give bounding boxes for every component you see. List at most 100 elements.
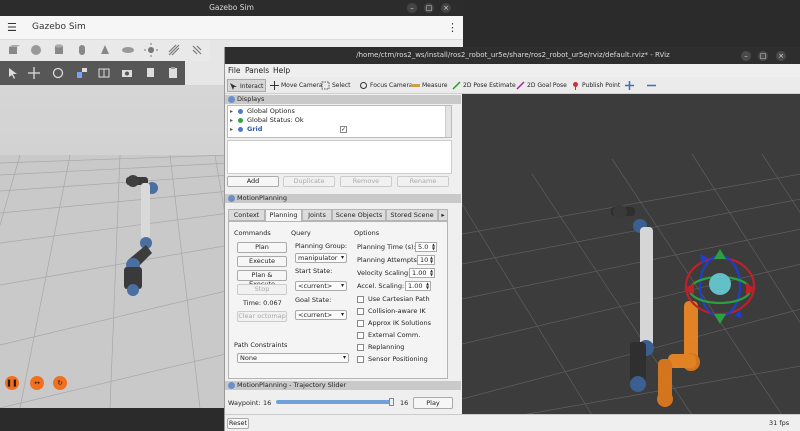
rviz-titlebar[interactable]: /home/ctm/ros2_ws/install/ros2_robot_ur5…	[225, 47, 800, 64]
planning-attempts-input[interactable]: 10 ▲ ▼	[417, 255, 435, 265]
tab-scene-objects[interactable]: Scene Objects	[332, 209, 386, 221]
waypoint-max: 16	[400, 399, 409, 407]
add-tool-icon[interactable]	[625, 81, 634, 90]
ellipsoid-icon[interactable]	[121, 43, 135, 57]
reset-view-button[interactable]: Reset	[227, 418, 249, 429]
select-arrow-icon[interactable]	[6, 66, 20, 80]
fps-counter: 31 fps	[769, 419, 790, 427]
screenshot-icon[interactable]	[120, 66, 134, 80]
paste-icon[interactable]	[166, 66, 180, 80]
tab-scroll-right[interactable]: ▸	[438, 209, 448, 221]
close-icon[interactable]: ×	[776, 51, 786, 61]
spin-arrows-icon[interactable]: ▲ ▼	[425, 282, 430, 290]
publish-point-icon	[573, 82, 578, 90]
goal-state-select[interactable]: <current> ▾	[295, 310, 347, 320]
hamburger-menu-icon[interactable]: ☰	[7, 22, 17, 33]
expand-arrow-icon[interactable]: ▸	[230, 116, 233, 125]
menu-file[interactable]: File	[228, 66, 241, 75]
planning-group-select[interactable]: manipulator ▾	[295, 253, 347, 263]
maximize-icon[interactable]: □	[424, 3, 434, 13]
remove-display-button[interactable]: Remove	[340, 176, 392, 187]
accel-scaling-input[interactable]: 1.00 ▲ ▼	[405, 281, 431, 291]
gazebo-titlebar[interactable]: Gazebo Sim – □ ×	[0, 0, 463, 16]
path-constraints-select[interactable]: None ▾	[237, 353, 349, 363]
tool-focus-camera[interactable]: Focus Camera	[358, 79, 415, 92]
displays-scrollbar[interactable]	[445, 106, 451, 137]
start-state-label: Start State:	[295, 267, 333, 275]
spin-arrows-icon[interactable]: ▲ ▼	[429, 256, 434, 264]
tool-move-camera[interactable]: Move Camera	[269, 79, 325, 92]
rename-display-button[interactable]: Rename	[397, 176, 449, 187]
snap-icon[interactable]	[75, 66, 89, 80]
approx-ik-checkbox[interactable]	[357, 320, 364, 327]
waypoint-slider-track[interactable]	[276, 400, 391, 404]
spot-light-icon[interactable]	[190, 43, 204, 57]
collision-aware-ik-label: Collision-aware IK	[368, 307, 426, 315]
sun-icon[interactable]	[144, 43, 158, 57]
minimize-icon[interactable]: –	[407, 3, 417, 13]
measure-icon	[411, 84, 420, 87]
tab-stored-scene[interactable]: Stored Scene	[386, 209, 438, 221]
close-icon[interactable]: ×	[441, 3, 451, 13]
grid-enabled-checkbox[interactable]: ✓	[340, 126, 347, 133]
translate-icon[interactable]	[27, 66, 41, 80]
plan-button[interactable]: Plan	[237, 242, 287, 253]
tool-interact[interactable]: Interact	[227, 79, 267, 92]
collision-aware-ik-checkbox[interactable]	[357, 308, 364, 315]
box-icon[interactable]	[6, 43, 20, 57]
minimize-icon[interactable]: –	[741, 51, 751, 61]
clear-octomap-button[interactable]: Clear octomap	[237, 311, 287, 322]
display-global-options[interactable]: ▸ Global Options	[228, 107, 443, 116]
plan-and-execute-button[interactable]: Plan & Execute	[237, 270, 287, 288]
menu-help[interactable]: Help	[273, 66, 290, 75]
dropdown-arrow-icon: ▾	[340, 254, 344, 261]
expand-arrow-icon[interactable]: ▸	[230, 125, 233, 134]
grid-icon[interactable]	[97, 66, 111, 80]
display-grid[interactable]: ▸ Grid ✓	[228, 125, 443, 134]
planning-time-input[interactable]: 5.0 ▲ ▼	[415, 242, 437, 252]
add-display-button[interactable]: Add	[227, 176, 279, 187]
play-button[interactable]: Play	[413, 397, 453, 409]
directional-light-icon[interactable]	[167, 43, 181, 57]
start-state-select[interactable]: <current> ▾	[295, 281, 347, 291]
replanning-checkbox[interactable]	[357, 344, 364, 351]
gazebo-scene-viewport[interactable]: ❚❚ ↔ ↻	[0, 85, 230, 408]
tool-2d-goal-pose[interactable]: 2D Goal Pose	[515, 79, 569, 92]
rviz-3d-viewport[interactable]	[462, 94, 800, 415]
remove-tool-icon[interactable]	[647, 81, 656, 90]
external-comm-checkbox[interactable]	[357, 332, 364, 339]
duplicate-display-button[interactable]: Duplicate	[283, 176, 335, 187]
tool-2d-pose-estimate[interactable]: 2D Pose Estimate	[451, 79, 518, 92]
expand-arrow-icon[interactable]: ▸	[230, 107, 233, 116]
tool-measure[interactable]: Measure	[410, 79, 450, 92]
pause-icon[interactable]: ❚❚	[5, 376, 19, 390]
tab-context[interactable]: Context	[228, 209, 265, 221]
reset-icon[interactable]: ↻	[53, 376, 67, 390]
tool-publish-point[interactable]: Publish Point	[570, 79, 622, 92]
display-global-status[interactable]: ▸ Global Status: Ok	[228, 116, 443, 125]
focus-camera-icon	[360, 82, 367, 89]
spin-arrows-icon[interactable]: ▲ ▼	[429, 269, 434, 277]
menu-panels[interactable]: Panels	[245, 66, 269, 75]
waypoint-slider-handle[interactable]	[389, 398, 394, 406]
cone-icon[interactable]	[98, 43, 112, 57]
rotate-icon[interactable]	[51, 66, 65, 80]
velocity-scaling-input[interactable]: 1.00 ▲ ▼	[409, 268, 435, 278]
tab-joints[interactable]: Joints	[302, 209, 332, 221]
stop-button[interactable]: Stop	[237, 284, 287, 295]
cylinder-icon[interactable]	[52, 43, 66, 57]
sphere-icon[interactable]	[29, 43, 43, 57]
capsule-icon[interactable]	[75, 43, 89, 57]
spin-arrows-icon[interactable]: ▲ ▼	[431, 243, 436, 251]
kebab-menu-icon[interactable]: ⋮	[447, 21, 458, 34]
step-icon[interactable]: ↔	[30, 376, 44, 390]
use-cartesian-path-checkbox[interactable]	[357, 296, 364, 303]
displays-tree: ▸ Global Options ▸ Global Status: Ok ▸ G…	[227, 105, 452, 138]
execute-button[interactable]: Execute	[237, 256, 287, 267]
planning-time-label: Planning Time (s):	[357, 243, 416, 251]
tool-select[interactable]: Select	[320, 79, 353, 92]
plan-time-label: Time: 0.067	[243, 299, 282, 307]
sensor-positioning-checkbox[interactable]	[357, 356, 364, 363]
maximize-icon[interactable]: □	[758, 51, 768, 61]
copy-icon[interactable]	[144, 66, 158, 80]
